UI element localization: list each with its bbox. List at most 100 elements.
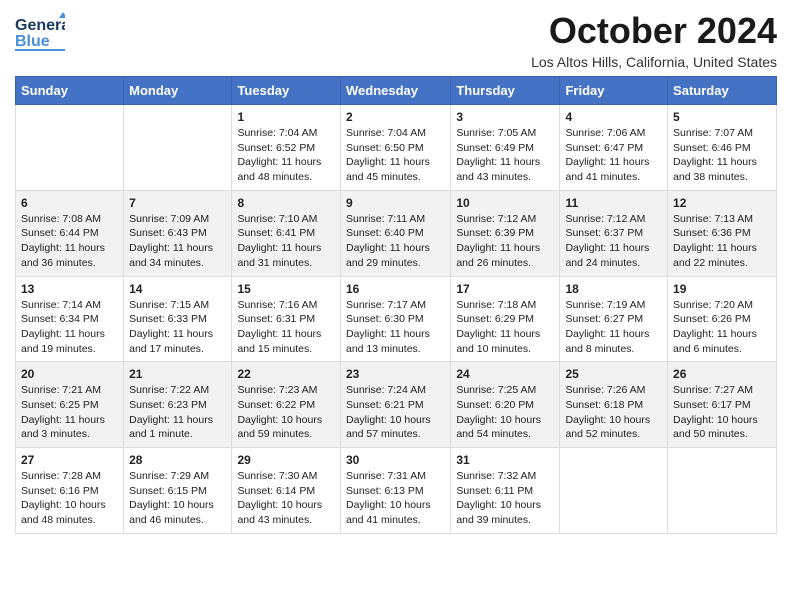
day-info: Sunrise: 7:14 AMSunset: 6:34 PMDaylight:… [21,298,118,357]
day-number: 21 [129,367,226,381]
day-info: Sunrise: 7:31 AMSunset: 6:13 PMDaylight:… [346,469,445,528]
day-header-saturday: Saturday [668,77,777,105]
day-number: 10 [456,196,554,210]
calendar-cell: 2 Sunrise: 7:04 AMSunset: 6:50 PMDaylight… [340,105,450,191]
day-info: Sunrise: 7:30 AMSunset: 6:14 PMDaylight:… [237,469,335,528]
day-number: 2 [346,110,445,124]
calendar-cell: 4 Sunrise: 7:06 AMSunset: 6:47 PMDaylight… [560,105,668,191]
day-number: 7 [129,196,226,210]
calendar-cell [668,448,777,534]
month-title: October 2024 [531,10,777,52]
day-number: 4 [565,110,662,124]
day-number: 26 [673,367,771,381]
day-number: 20 [21,367,118,381]
calendar-cell: 10 Sunrise: 7:12 AMSunset: 6:39 PMDayligh… [451,190,560,276]
day-number: 22 [237,367,335,381]
day-number: 19 [673,282,771,296]
day-info: Sunrise: 7:07 AMSunset: 6:46 PMDaylight:… [673,126,771,185]
logo: General Blue [15,10,65,59]
day-info: Sunrise: 7:26 AMSunset: 6:18 PMDaylight:… [565,383,662,442]
day-info: Sunrise: 7:23 AMSunset: 6:22 PMDaylight:… [237,383,335,442]
day-header-thursday: Thursday [451,77,560,105]
calendar-cell: 8 Sunrise: 7:10 AMSunset: 6:41 PMDaylight… [232,190,341,276]
day-number: 29 [237,453,335,467]
svg-text:Blue: Blue [15,33,50,50]
day-info: Sunrise: 7:20 AMSunset: 6:26 PMDaylight:… [673,298,771,357]
day-number: 31 [456,453,554,467]
title-section: October 2024 Los Altos Hills, California… [531,10,777,70]
day-number: 9 [346,196,445,210]
day-number: 17 [456,282,554,296]
day-number: 27 [21,453,118,467]
day-number: 16 [346,282,445,296]
day-info: Sunrise: 7:15 AMSunset: 6:33 PMDaylight:… [129,298,226,357]
calendar-cell: 13Sunrise: 7:14 AMSunset: 6:34 PMDayligh… [16,276,124,362]
calendar-cell: 9 Sunrise: 7:11 AMSunset: 6:40 PMDaylight… [340,190,450,276]
logo-icon: General Blue [15,10,65,59]
location: Los Altos Hills, California, United Stat… [531,54,777,70]
calendar-cell: 27 Sunrise: 7:28 AMSunset: 6:16 PMDayligh… [16,448,124,534]
calendar-cell: 19 Sunrise: 7:20 AMSunset: 6:26 PMDayligh… [668,276,777,362]
day-number: 8 [237,196,335,210]
day-number: 5 [673,110,771,124]
day-info: Sunrise: 7:12 AMSunset: 6:39 PMDaylight:… [456,212,554,271]
calendar-cell: 5 Sunrise: 7:07 AMSunset: 6:46 PMDaylight… [668,105,777,191]
day-info: Sunrise: 7:11 AMSunset: 6:40 PMDaylight:… [346,212,445,271]
page-container: General Blue October 2024 Los Altos Hill… [0,0,792,549]
day-info: Sunrise: 7:27 AMSunset: 6:17 PMDaylight:… [673,383,771,442]
week-row-2: 6 Sunrise: 7:08 AMSunset: 6:44 PMDaylight… [16,190,777,276]
day-number: 30 [346,453,445,467]
calendar-header-row: SundayMondayTuesdayWednesdayThursdayFrid… [16,77,777,105]
day-header-sunday: Sunday [16,77,124,105]
calendar-cell: 1 Sunrise: 7:04 AMSunset: 6:52 PMDaylight… [232,105,341,191]
week-row-1: 1 Sunrise: 7:04 AMSunset: 6:52 PMDaylight… [16,105,777,191]
day-info: Sunrise: 7:05 AMSunset: 6:49 PMDaylight:… [456,126,554,185]
calendar-cell: 28Sunrise: 7:29 AMSunset: 6:15 PMDayligh… [124,448,232,534]
day-number: 24 [456,367,554,381]
calendar-cell [560,448,668,534]
day-info: Sunrise: 7:10 AMSunset: 6:41 PMDaylight:… [237,212,335,271]
day-info: Sunrise: 7:09 AMSunset: 6:43 PMDaylight:… [129,212,226,271]
day-header-friday: Friday [560,77,668,105]
calendar-cell: 22 Sunrise: 7:23 AMSunset: 6:22 PMDayligh… [232,362,341,448]
day-number: 18 [565,282,662,296]
week-row-3: 13Sunrise: 7:14 AMSunset: 6:34 PMDayligh… [16,276,777,362]
day-number: 23 [346,367,445,381]
day-header-monday: Monday [124,77,232,105]
day-number: 6 [21,196,118,210]
day-number: 25 [565,367,662,381]
day-info: Sunrise: 7:13 AMSunset: 6:36 PMDaylight:… [673,212,771,271]
calendar-cell: 17 Sunrise: 7:18 AMSunset: 6:29 PMDayligh… [451,276,560,362]
calendar-cell: 26 Sunrise: 7:27 AMSunset: 6:17 PMDayligh… [668,362,777,448]
day-info: Sunrise: 7:17 AMSunset: 6:30 PMDaylight:… [346,298,445,357]
day-info: Sunrise: 7:19 AMSunset: 6:27 PMDaylight:… [565,298,662,357]
day-info: Sunrise: 7:08 AMSunset: 6:44 PMDaylight:… [21,212,118,271]
day-info: Sunrise: 7:04 AMSunset: 6:52 PMDaylight:… [237,126,335,185]
day-number: 14 [129,282,226,296]
day-info: Sunrise: 7:06 AMSunset: 6:47 PMDaylight:… [565,126,662,185]
day-info: Sunrise: 7:16 AMSunset: 6:31 PMDaylight:… [237,298,335,357]
calendar-cell: 16 Sunrise: 7:17 AMSunset: 6:30 PMDayligh… [340,276,450,362]
day-number: 28 [129,453,226,467]
day-info: Sunrise: 7:04 AMSunset: 6:50 PMDaylight:… [346,126,445,185]
calendar-cell: 6 Sunrise: 7:08 AMSunset: 6:44 PMDaylight… [16,190,124,276]
calendar-cell: 7 Sunrise: 7:09 AMSunset: 6:43 PMDaylight… [124,190,232,276]
calendar-cell: 30 Sunrise: 7:31 AMSunset: 6:13 PMDayligh… [340,448,450,534]
day-number: 12 [673,196,771,210]
calendar-cell: 29 Sunrise: 7:30 AMSunset: 6:14 PMDayligh… [232,448,341,534]
calendar-cell: 20 Sunrise: 7:21 AMSunset: 6:25 PMDayligh… [16,362,124,448]
calendar-cell: 18 Sunrise: 7:19 AMSunset: 6:27 PMDayligh… [560,276,668,362]
day-number: 1 [237,110,335,124]
day-info: Sunrise: 7:21 AMSunset: 6:25 PMDaylight:… [21,383,118,442]
day-info: Sunrise: 7:18 AMSunset: 6:29 PMDaylight:… [456,298,554,357]
calendar-cell: 25 Sunrise: 7:26 AMSunset: 6:18 PMDayligh… [560,362,668,448]
svg-text:General: General [15,17,65,34]
day-info: Sunrise: 7:24 AMSunset: 6:21 PMDaylight:… [346,383,445,442]
calendar-cell [16,105,124,191]
calendar-cell: 31Sunrise: 7:32 AMSunset: 6:11 PMDayligh… [451,448,560,534]
calendar-cell: 15Sunrise: 7:16 AMSunset: 6:31 PMDayligh… [232,276,341,362]
day-number: 3 [456,110,554,124]
header: General Blue October 2024 Los Altos Hill… [15,10,777,70]
day-info: Sunrise: 7:28 AMSunset: 6:16 PMDaylight:… [21,469,118,528]
week-row-4: 20 Sunrise: 7:21 AMSunset: 6:25 PMDayligh… [16,362,777,448]
